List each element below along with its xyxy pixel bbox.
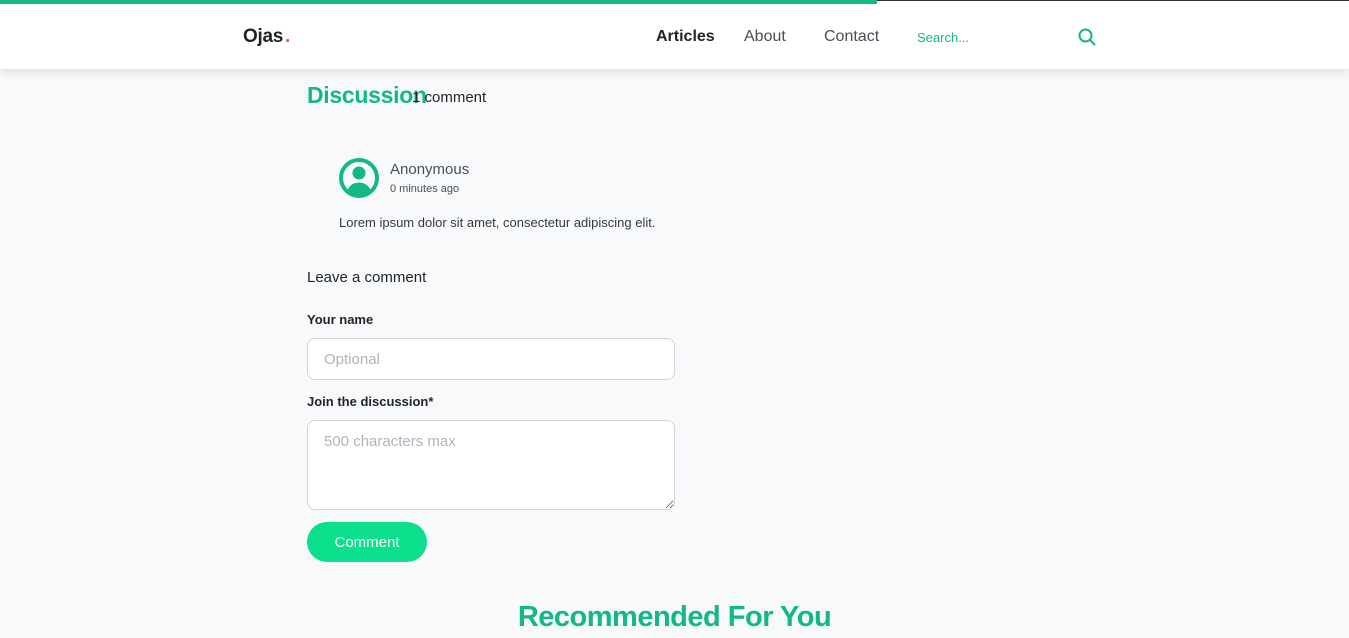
brand-name[interactable]: Ojas xyxy=(243,26,283,47)
comment-author: Anonymous xyxy=(390,161,470,178)
discussion-title: Discussion xyxy=(307,82,427,108)
user-avatar-icon xyxy=(339,158,379,198)
nav-link-contact[interactable]: Contact xyxy=(824,28,879,46)
name-field[interactable] xyxy=(307,338,675,380)
nav-link-about[interactable]: About xyxy=(744,28,786,46)
comment-submit-button[interactable]: Comment xyxy=(307,522,427,562)
recommended-heading: Recommended For You xyxy=(517,601,832,633)
comment-count: 1 comment xyxy=(412,89,487,106)
brand-logo[interactable]: Ojas. xyxy=(243,26,290,48)
navbar: Ojas. Articles About Contact xyxy=(0,0,1349,69)
brand-dot: . xyxy=(285,26,290,47)
discussion-label: Join the discussion* xyxy=(307,394,434,409)
leave-comment-heading: Leave a comment xyxy=(307,269,427,286)
search-icon[interactable] xyxy=(1077,27,1097,47)
discussion-textarea[interactable] xyxy=(307,420,675,510)
nav-link-articles[interactable]: Articles xyxy=(656,28,715,46)
search-input[interactable] xyxy=(917,27,1067,47)
comment-timestamp: 0 minutes ago xyxy=(390,183,460,195)
name-label: Your name xyxy=(307,312,374,327)
reading-progress-bar xyxy=(0,0,877,4)
comment-text: Lorem ipsum dolor sit amet, consectetur … xyxy=(339,215,656,230)
